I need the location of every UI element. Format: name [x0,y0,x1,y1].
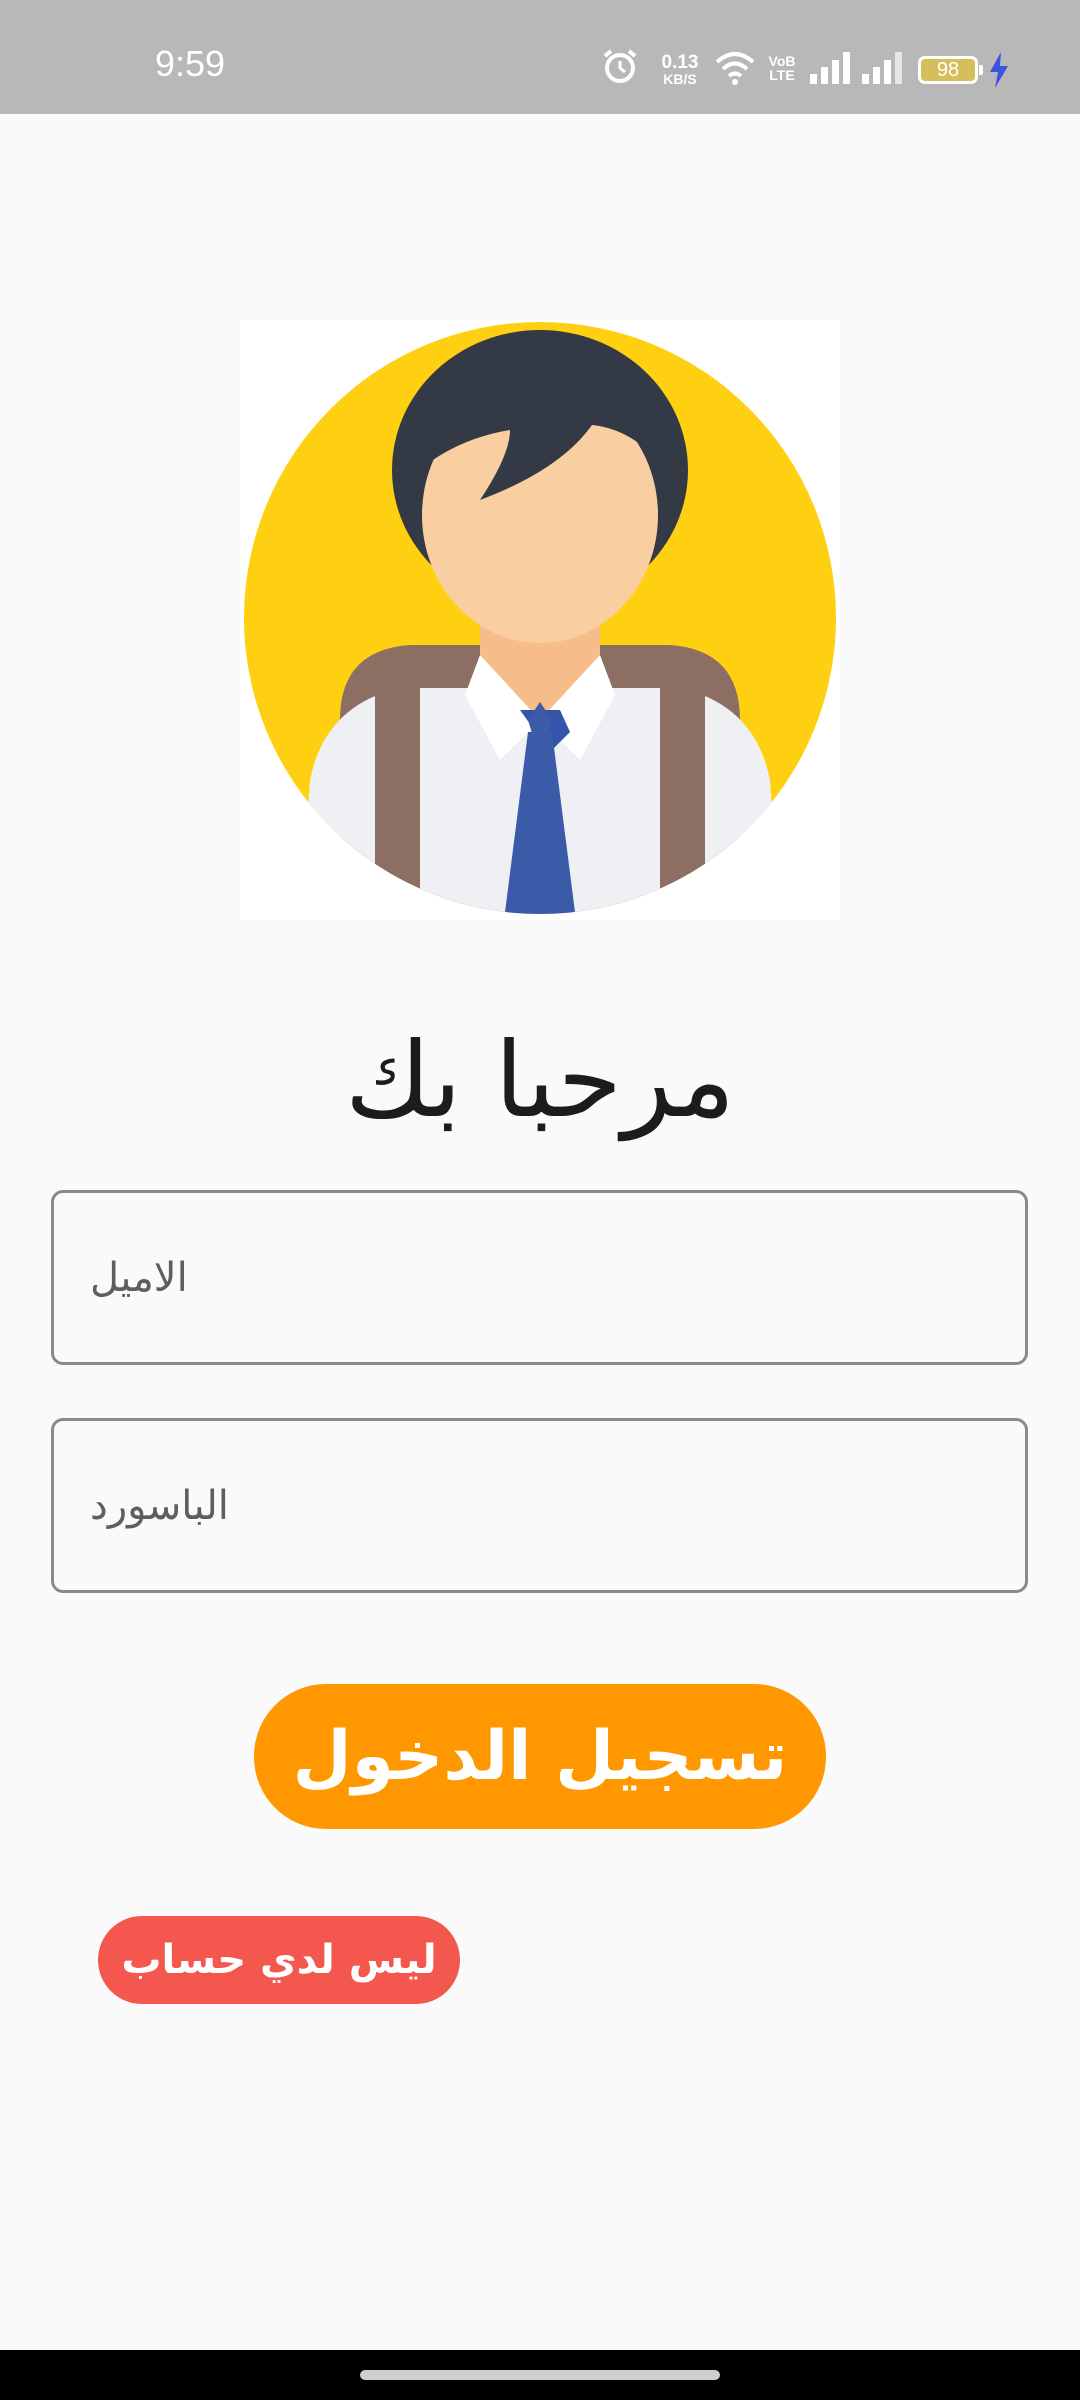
password-input[interactable] [54,1421,1025,1590]
email-input[interactable] [54,1193,1025,1362]
greeting-title: مرحبا بك [344,1019,736,1141]
net-speed: 0.13 KB/S [661,52,699,87]
login-button[interactable]: تسجيل الدخول [254,1684,826,1829]
status-bar: 9:59 0.13 KB/S VoB LTE 98 [0,0,1080,114]
avatar-image [240,320,840,920]
password-field[interactable] [51,1418,1028,1593]
signal-icon [810,52,854,88]
volte-icon: VoB LTE [768,53,796,83]
navigation-bar [0,2350,1080,2400]
wifi-icon [714,50,756,90]
alarm-icon [600,46,640,90]
home-gesture-handle[interactable] [360,2370,720,2380]
status-time: 9:59 [155,43,226,84]
login-screen: 9:59 0.13 KB/S VoB LTE 98 مرحبا بك الامي… [0,0,1080,2400]
status-icons: 0.13 KB/S VoB LTE 98 [600,46,1008,96]
no-account-button[interactable]: ليس لدي حساب [98,1916,460,2004]
signal-icon [862,52,906,88]
battery-icon: 98 [918,56,983,84]
email-field[interactable] [51,1190,1028,1365]
charging-icon [988,52,1010,92]
student-avatar-icon [244,322,836,914]
